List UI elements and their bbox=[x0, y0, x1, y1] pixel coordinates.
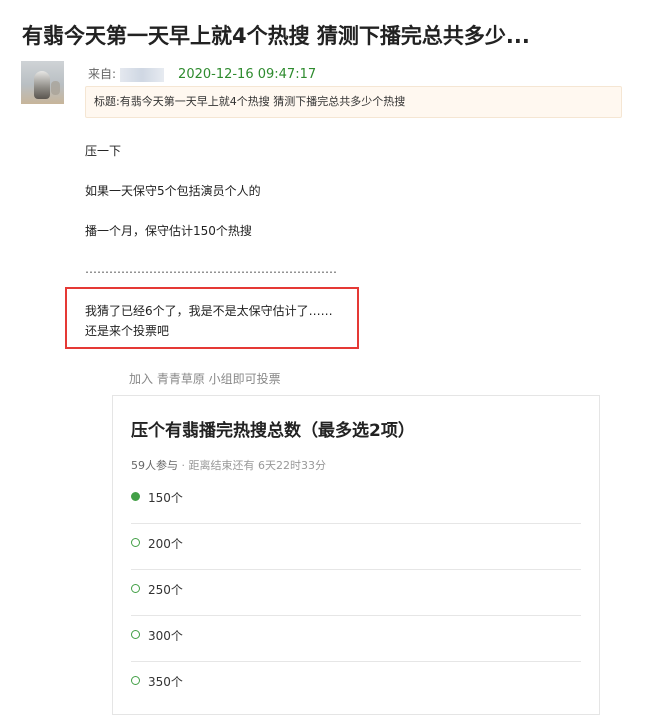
poll-option[interactable]: 350个 bbox=[131, 662, 581, 708]
topic-text: 有翡今天第一天早上就4个热搜 猜测下播完总共多少个热搜 bbox=[119, 95, 406, 108]
post-title: 有翡今天第一天早上就4个热搜 猜测下播完总共多少... bbox=[22, 24, 530, 48]
avatar[interactable] bbox=[21, 61, 64, 104]
poll-title: 压个有翡播完热搜总数（最多选2项） bbox=[131, 421, 415, 441]
post-meta: 来自: 2020-12-16 09:47:17 bbox=[88, 65, 316, 82]
poll-option-label: 350个 bbox=[148, 675, 183, 689]
topic-prefix: 标题: bbox=[94, 95, 120, 108]
author-name-blurred[interactable] bbox=[120, 67, 165, 82]
poll-option[interactable]: 300个 bbox=[131, 616, 581, 662]
highlight-line: 我猜了已经6个了，我是不是太保守估计了…… bbox=[85, 304, 333, 318]
post-paragraph: 如果一天保守5个包括演员个人的 bbox=[85, 184, 261, 198]
radio-icon[interactable] bbox=[131, 538, 140, 547]
post-paragraph: 压一下 bbox=[85, 144, 122, 158]
from-label: 来自: bbox=[88, 67, 117, 81]
poll-option[interactable]: 250个 bbox=[131, 570, 581, 616]
highlight-line: 还是来个投票吧 bbox=[85, 324, 170, 338]
poll-participants: 59人参与 bbox=[131, 459, 178, 472]
poll-option[interactable]: 200个 bbox=[131, 524, 581, 570]
post-date: 2020-12-16 09:47:17 bbox=[178, 67, 317, 82]
poll-meta: 59人参与 · 距离结束还有 6天22时33分 bbox=[131, 457, 326, 473]
radio-icon[interactable] bbox=[131, 584, 140, 593]
poll-option[interactable]: 150个 bbox=[131, 478, 581, 524]
meta-separator: · bbox=[178, 459, 189, 472]
poll-remaining-time: 距离结束还有 6天22时33分 bbox=[188, 459, 327, 472]
poll-card: 压个有翡播完热搜总数（最多选2项） 59人参与 · 距离结束还有 6天22时33… bbox=[112, 395, 600, 715]
poll-option-label: 250个 bbox=[148, 583, 183, 597]
post-dotted-line: ……………………………………………………… bbox=[85, 262, 337, 276]
radio-selected-icon[interactable] bbox=[131, 492, 140, 501]
topic-box: 标题:有翡今天第一天早上就4个热搜 猜测下播完总共多少个热搜 bbox=[85, 86, 622, 118]
radio-icon[interactable] bbox=[131, 676, 140, 685]
poll-option-label: 200个 bbox=[148, 537, 183, 551]
post-paragraph: 播一个月，保守估计150个热搜 bbox=[85, 224, 252, 238]
radio-icon[interactable] bbox=[131, 630, 140, 639]
join-group-hint[interactable]: 加入 青青草原 小组即可投票 bbox=[129, 370, 281, 387]
poll-option-label: 150个 bbox=[148, 491, 183, 505]
poll-option-label: 300个 bbox=[148, 629, 183, 643]
